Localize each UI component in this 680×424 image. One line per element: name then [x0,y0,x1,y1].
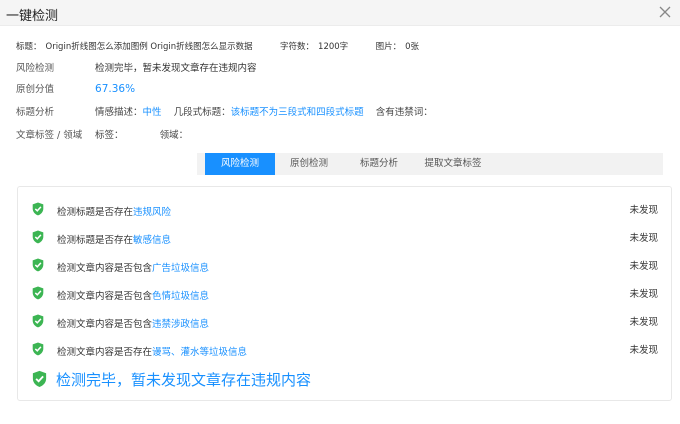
tag-label: 标签： [95,130,124,141]
check-row-3: 检测文章内容是否包含广告垃圾信息 未发现 [32,258,658,274]
check-status: 未发现 [629,261,658,272]
check-row-6: 检测文章内容是否存在谩骂、灌水等垃圾信息 未发现 [32,342,658,358]
originality-score: 67.36% [95,83,136,95]
shield-check-icon [32,258,44,272]
shield-check-icon [32,230,44,244]
shield-check-icon [32,202,44,216]
field-label: 领域： [159,130,189,141]
meta-chars-value: 1200字 [318,42,349,52]
check-highlight: 违禁涉政信息 [152,319,210,330]
structure-label: 几段式标题： [173,107,231,118]
meta-chars-label: 字符数： [280,42,315,52]
shield-check-icon [32,314,44,328]
summary-text: 检测完毕，暂未发现文章存在违规内容 [56,371,312,389]
originality-label: 原创分值 [16,84,55,95]
meta-images-label: 图片： [375,42,402,52]
originality-row: 原创分值 67.36% [16,81,135,95]
sentiment-value: 中性 [142,107,162,118]
check-status: 未发现 [629,345,658,356]
tab-originality-check[interactable]: 原创检测 [277,153,341,175]
dialog-titlebar: 一键检测 [0,0,680,26]
risk-row: 风险检测 检测完毕，暂未发现文章存在违规内容 [16,60,257,74]
risk-results-panel: 检测标题是否存在违规风险 未发现 检测标题是否存在敏感信息 未发现 检测文章内容… [17,186,672,401]
check-status: 未发现 [629,289,658,300]
check-highlight: 违规风险 [133,207,172,218]
check-row-1: 检测标题是否存在违规风险 未发现 [32,202,658,218]
tab-bar: 风险检测 原创检测 标题分析 提取文章标签 [197,153,663,175]
check-description: 检测文章内容是否包含违禁涉政信息 [57,319,210,330]
check-row-4: 检测文章内容是否包含色情垃圾信息 未发现 [32,286,658,302]
check-description: 检测标题是否存在违规风险 [57,207,172,218]
shield-check-icon [32,342,44,356]
shield-check-icon [32,286,44,300]
shield-check-icon [32,370,47,387]
risk-label: 风险检测 [16,63,55,74]
close-icon[interactable] [656,3,674,21]
meta-images-value: 0张 [405,42,420,52]
article-meta: 标题： Origin折线图怎么添加图例 Origin折线图怎么显示数据 字符数： 1… [16,40,423,52]
tab-risk-check[interactable]: 风险检测 [205,153,275,175]
tags-row-label: 文章标签 / 领域 [16,130,83,141]
check-description: 检测标题是否存在敏感信息 [57,235,172,246]
meta-title-label: 标题： [16,42,42,52]
check-highlight: 色情垃圾信息 [152,291,210,302]
tab-title-analysis[interactable]: 标题分析 [347,153,411,175]
check-highlight: 敏感信息 [133,235,172,246]
check-status: 未发现 [629,205,658,216]
check-description: 检测文章内容是否包含色情垃圾信息 [57,291,210,302]
check-row-5: 检测文章内容是否包含违禁涉政信息 未发现 [32,314,658,330]
check-highlight: 谩骂、灌水等垃圾信息 [152,347,248,358]
meta-title-value: Origin折线图怎么添加图例 Origin折线图怎么显示数据 [45,42,253,52]
check-row-2: 检测标题是否存在敏感信息 未发现 [32,230,658,246]
risk-value: 检测完毕，暂未发现文章存在违规内容 [95,63,257,74]
check-status: 未发现 [629,317,658,328]
banned-words-label: 含有违禁词： [375,107,433,118]
check-highlight: 广告垃圾信息 [152,263,210,274]
check-description: 检测文章内容是否包含广告垃圾信息 [57,263,210,274]
sentiment-label: 情感描述： [95,107,143,118]
structure-value: 该标题不为三段式和四段式标题 [230,107,364,118]
tags-row: 文章标签 / 领域 标签： 领域： [16,127,188,141]
check-description: 检测文章内容是否存在谩骂、灌水等垃圾信息 [57,347,248,358]
dialog-title: 一键检测 [6,9,59,24]
tab-extract-tags[interactable]: 提取文章标签 [415,153,491,175]
title-analysis-label: 标题分析 [16,107,55,118]
title-analysis-row: 标题分析 情感描述：中性 几段式标题：该标题不为三段式和四段式标题 含有违禁词： [16,104,433,118]
check-status: 未发现 [629,233,658,244]
